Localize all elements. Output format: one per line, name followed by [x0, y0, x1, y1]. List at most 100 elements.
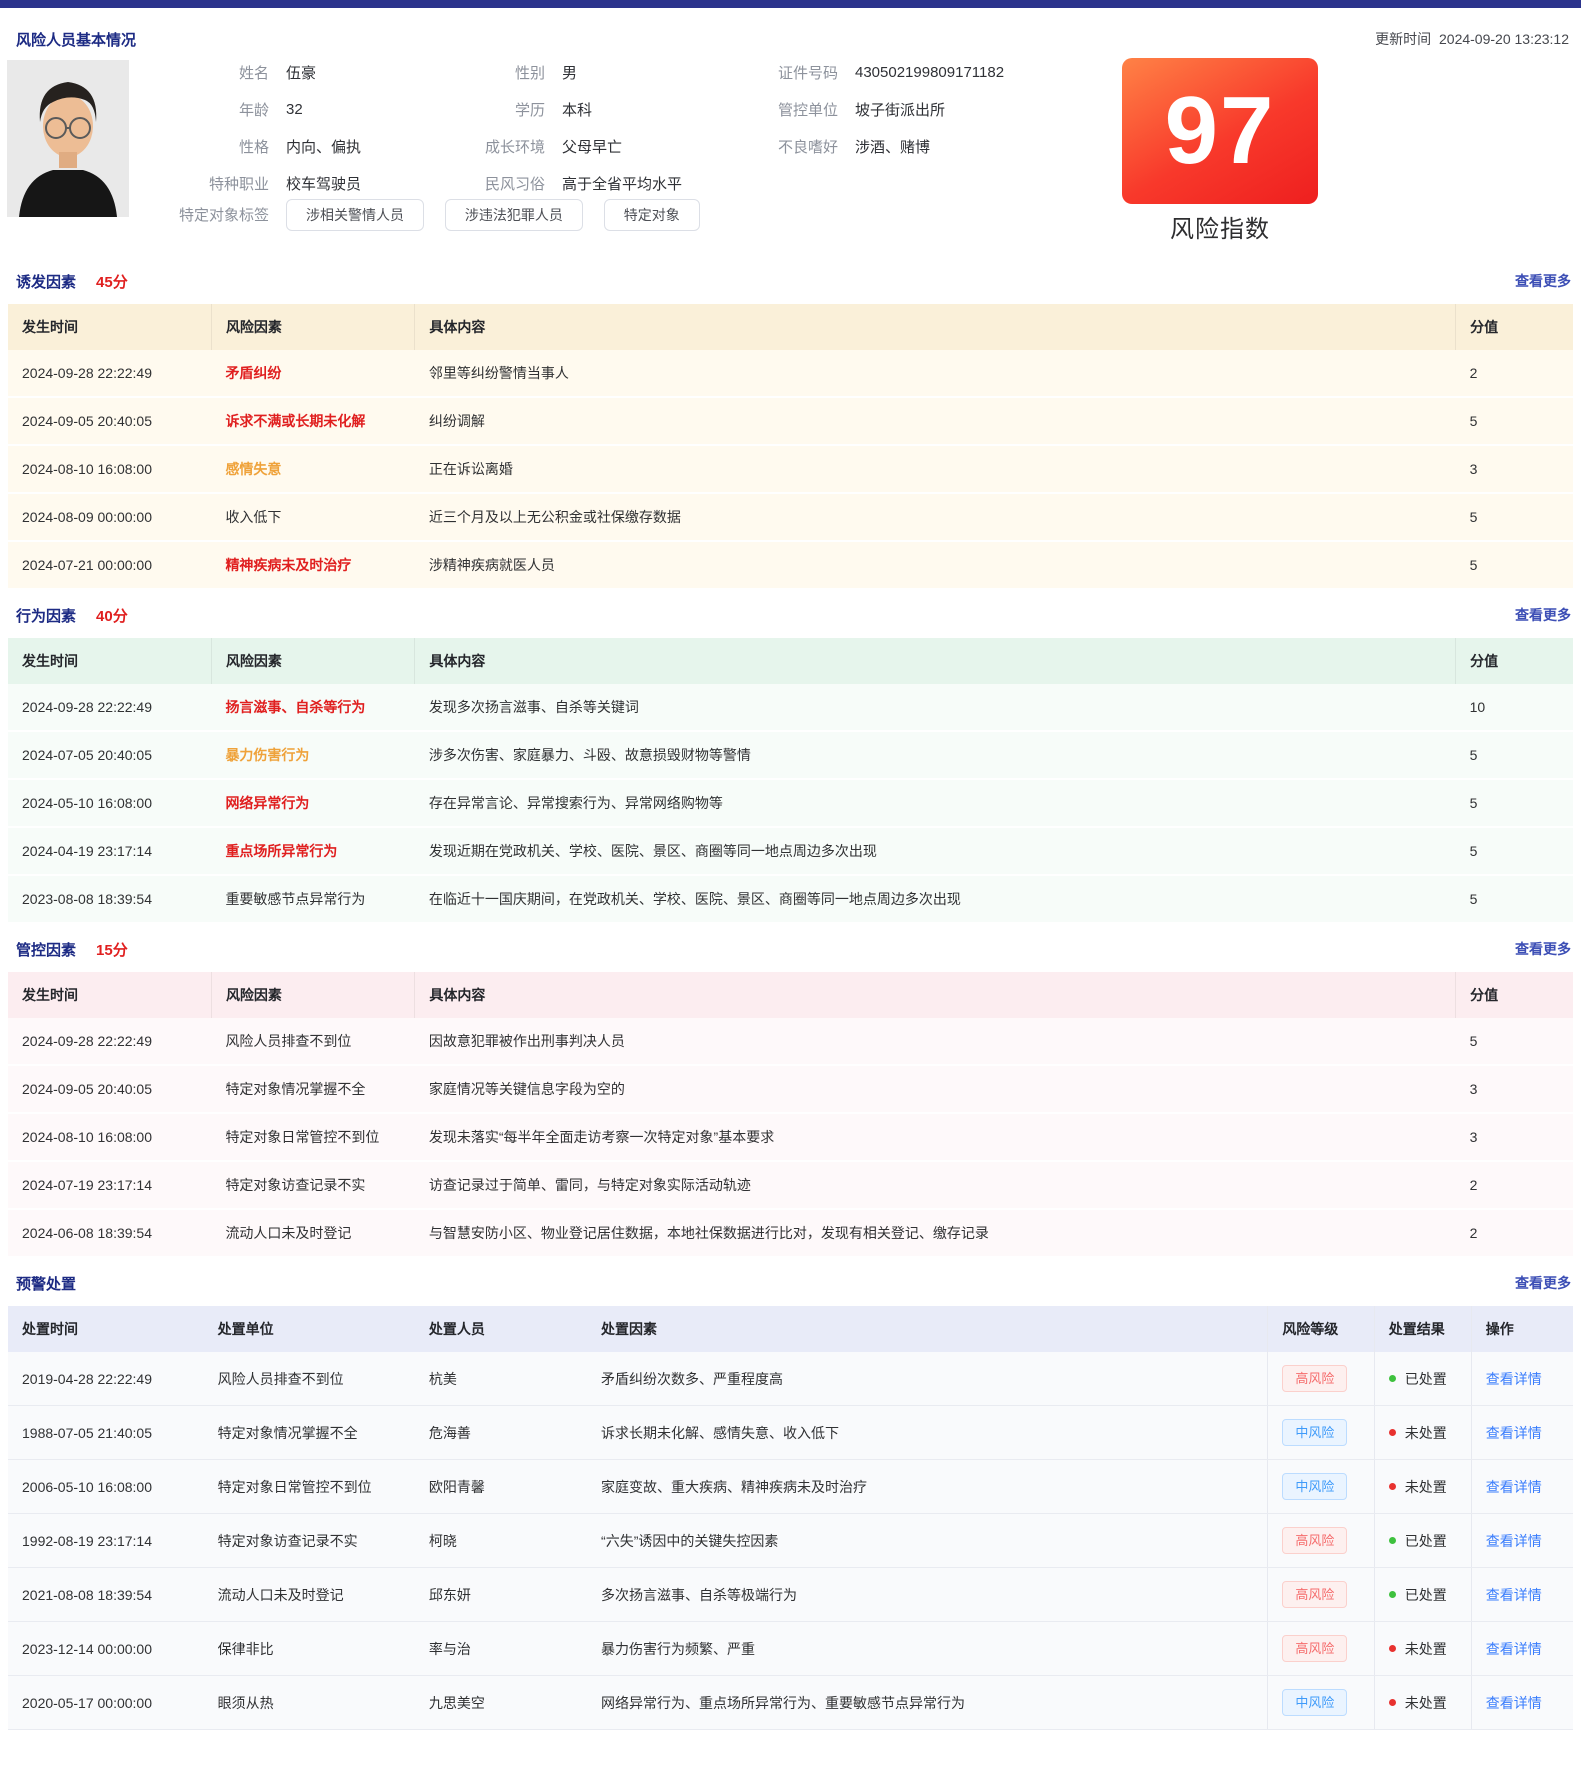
result-status-dot-icon [1389, 1537, 1396, 1544]
row-time: 2020-05-17 00:00:00 [8, 1676, 204, 1730]
table-row: 2006-05-10 16:08:00 特定对象日常管控不到位 欧阳青馨 家庭变… [8, 1460, 1573, 1514]
row-score: 2 [1456, 1209, 1573, 1257]
row-score: 5 [1456, 731, 1573, 779]
row-score: 5 [1456, 541, 1573, 589]
row-content: 邻里等纠纷警情当事人 [415, 350, 1456, 397]
row-factor: 矛盾纠纷次数多、严重程度高 [587, 1352, 1268, 1406]
row-time: 2024-09-28 22:22:49 [8, 350, 211, 397]
field-value: 伍豪 [286, 62, 316, 83]
row-time: 2024-08-10 16:08:00 [8, 445, 211, 493]
field-value: 本科 [562, 99, 592, 120]
row-score: 5 [1456, 493, 1573, 541]
col-header-time: 发生时间 [8, 972, 211, 1018]
row-content: 正在诉讼离婚 [415, 445, 1456, 493]
row-unit: 眼须从热 [204, 1676, 415, 1730]
view-detail-link[interactable]: 查看详情 [1486, 1479, 1542, 1495]
field-label: 特种职业 [125, 173, 269, 194]
risk-factor-name: 诉求不满或长期未化解 [225, 413, 365, 429]
row-time: 2024-05-10 16:08:00 [8, 779, 211, 827]
col-header-score: 分值 [1456, 972, 1573, 1018]
col-header-content: 具体内容 [415, 304, 1456, 350]
row-content: 涉多次伤害、家庭暴力、斗殴、故意损毁财物等警情 [415, 731, 1456, 779]
top-accent-bar [0, 0, 1581, 8]
view-detail-link[interactable]: 查看详情 [1486, 1587, 1542, 1603]
table-row: 2024-07-05 20:40:05 暴力伤害行为 涉多次伤害、家庭暴力、斗殴… [8, 731, 1573, 779]
view-more-link[interactable]: 查看更多 [1515, 271, 1571, 291]
table-header-row: 发生时间 风险因素 具体内容 分值 [8, 638, 1573, 684]
view-more-link[interactable]: 查看更多 [1515, 605, 1571, 625]
row-content: 因故意犯罪被作出刑事判决人员 [415, 1018, 1456, 1065]
field-label: 证件号码 [712, 62, 838, 83]
field-label: 性别 [420, 62, 545, 83]
field-label: 不良嗜好 [712, 136, 838, 157]
risk-factor-name: 精神疾病未及时治疗 [225, 557, 351, 573]
row-person: 危海善 [415, 1406, 587, 1460]
section-title: 诱发因素 [16, 271, 76, 292]
row-score: 5 [1456, 827, 1573, 875]
table-row: 2024-09-28 22:22:49 风险人员排查不到位 因故意犯罪被作出刑事… [8, 1018, 1573, 1065]
tags-label: 特定对象标签 [125, 204, 269, 225]
profile-fields-column-3: 证件号码 430502199809171182 管控单位 坡子街派出所 不良嗜好… [712, 54, 1004, 165]
risk-factor-name: 特定对象情况掌握不全 [225, 1081, 365, 1097]
result-text: 未处置 [1405, 1695, 1447, 1711]
result-status-dot-icon [1389, 1645, 1396, 1652]
risk-level-badge: 高风险 [1282, 1527, 1347, 1554]
result-text: 未处置 [1405, 1479, 1447, 1495]
col-header-factor: 风险因素 [211, 638, 414, 684]
view-more-link[interactable]: 查看更多 [1515, 939, 1571, 959]
behavior-factors-table: 发生时间 风险因素 具体内容 分值 2024-09-28 22:22:49 扬言… [8, 638, 1573, 924]
table-row: 2023-12-14 00:00:00 保律非比 率与治 暴力伤害行为频繁、严重… [8, 1622, 1573, 1676]
field-value: 高于全省平均水平 [562, 173, 682, 194]
profile-field: 特种职业 校车驾驶员 [125, 165, 361, 202]
update-time-label: 更新时间 [1375, 31, 1431, 47]
table-row: 2024-09-05 20:40:05 诉求不满或长期未化解 纠纷调解 5 [8, 397, 1573, 445]
view-detail-link[interactable]: 查看详情 [1486, 1533, 1542, 1549]
section-title: 管控因素 [16, 939, 76, 960]
risk-factor-name: 暴力伤害行为 [225, 747, 309, 763]
row-content: 纠纷调解 [415, 397, 1456, 445]
row-factor: “六失”诱因中的关键失控因素 [587, 1514, 1268, 1568]
table-row: 1992-08-19 23:17:14 特定对象访查记录不实 柯晓 “六失”诱因… [8, 1514, 1573, 1568]
risk-factor-name: 重要敏感节点异常行为 [225, 891, 365, 907]
col-header-content: 具体内容 [415, 972, 1456, 1018]
row-content: 近三个月及以上无公积金或社保缴存数据 [415, 493, 1456, 541]
row-time: 2023-08-08 18:39:54 [8, 875, 211, 923]
row-person: 杭美 [415, 1352, 587, 1406]
row-factor: 家庭变故、重大疾病、精神疾病未及时治疗 [587, 1460, 1268, 1514]
section-score: 45分 [96, 271, 128, 292]
row-factor: 诉求长期未化解、感情失意、收入低下 [587, 1406, 1268, 1460]
update-time: 更新时间 2024-09-20 13:23:12 [1371, 29, 1569, 49]
field-label: 管控单位 [712, 99, 838, 120]
risk-level-badge: 高风险 [1282, 1635, 1347, 1662]
row-time: 2021-08-08 18:39:54 [8, 1568, 204, 1622]
row-person: 欧阳青馨 [415, 1460, 587, 1514]
row-unit: 流动人口未及时登记 [204, 1568, 415, 1622]
special-object-tag: 涉违法犯罪人员 [445, 199, 583, 231]
row-score: 5 [1456, 1018, 1573, 1065]
section-title: 行为因素 [16, 605, 76, 626]
result-status-dot-icon [1389, 1591, 1396, 1598]
row-time: 2024-09-05 20:40:05 [8, 1065, 211, 1113]
table-row: 2024-08-09 00:00:00 收入低下 近三个月及以上无公积金或社保缴… [8, 493, 1573, 541]
row-factor: 暴力伤害行为频繁、严重 [587, 1622, 1268, 1676]
view-detail-link[interactable]: 查看详情 [1486, 1695, 1542, 1711]
field-label: 性格 [125, 136, 269, 157]
tags-list: 涉相关警情人员 涉违法犯罪人员 特定对象 [269, 205, 700, 225]
profile-fields-column-1: 姓名 伍豪 年龄 32 性格 内向、偏执 特种职业 校车驾驶员 [125, 54, 361, 202]
profile-fields-column-2: 性别 男 学历 本科 成长环境 父母早亡 民风习俗 高于全省平均水平 [420, 54, 682, 202]
view-more-link[interactable]: 查看更多 [1515, 1273, 1571, 1293]
table-row: 2024-04-19 23:17:14 重点场所异常行为 发现近期在党政机关、学… [8, 827, 1573, 875]
profile-field: 民风习俗 高于全省平均水平 [420, 165, 682, 202]
field-value: 32 [286, 101, 303, 118]
row-time: 2024-09-05 20:40:05 [8, 397, 211, 445]
risk-factor-name: 特定对象访查记录不实 [225, 1177, 365, 1193]
profile-field: 学历 本科 [420, 91, 682, 128]
row-person: 邱东妍 [415, 1568, 587, 1622]
row-unit: 特定对象情况掌握不全 [204, 1406, 415, 1460]
row-time: 2024-09-28 22:22:49 [8, 684, 211, 731]
view-detail-link[interactable]: 查看详情 [1486, 1371, 1542, 1387]
field-value: 涉酒、赌博 [855, 136, 930, 157]
view-detail-link[interactable]: 查看详情 [1486, 1425, 1542, 1441]
view-detail-link[interactable]: 查看详情 [1486, 1641, 1542, 1657]
row-content: 涉精神疾病就医人员 [415, 541, 1456, 589]
